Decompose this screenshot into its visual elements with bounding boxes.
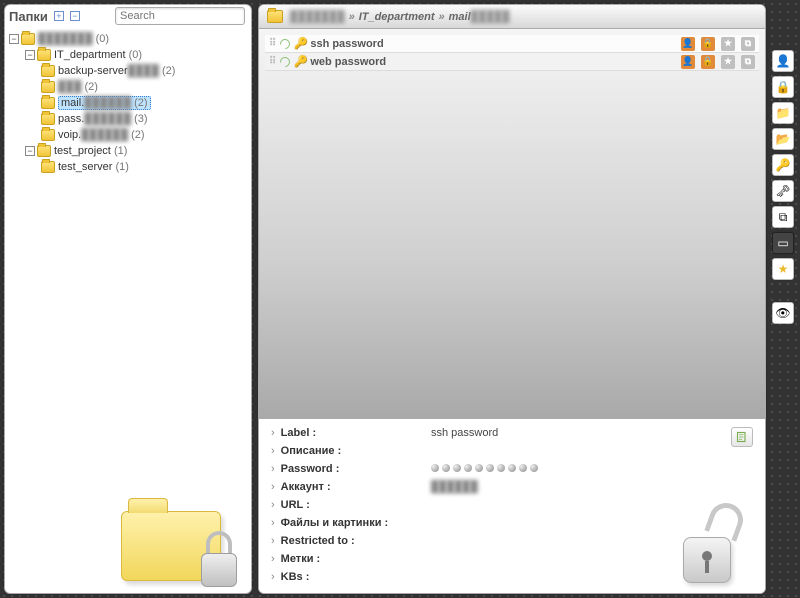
star-icon: ★ bbox=[778, 262, 789, 276]
tool-user-button[interactable]: 👤 bbox=[772, 50, 794, 72]
folder-icon bbox=[267, 10, 283, 23]
detail-key-kbs: KBs : bbox=[271, 571, 431, 583]
folder-icon bbox=[21, 33, 35, 45]
folder-icon bbox=[41, 65, 55, 77]
folders-header: Папки + − bbox=[5, 5, 251, 29]
tree-blank[interactable]: ███ (2) bbox=[9, 79, 247, 95]
lock-icon: 🔒 bbox=[776, 80, 791, 94]
detail-key-files: Файлы и картинки : bbox=[271, 517, 431, 529]
tree-root[interactable]: − ███████ (0) bbox=[9, 31, 247, 47]
password-row-label: web password bbox=[310, 56, 386, 68]
folder-icon bbox=[37, 49, 51, 61]
edit-icon bbox=[736, 431, 748, 443]
folders-panel: Папки + − − ███████ (0) − IT_department … bbox=[4, 4, 252, 594]
folder-add-icon: 📁 bbox=[776, 106, 791, 120]
folder-icon bbox=[37, 145, 51, 157]
folder-icon bbox=[41, 161, 55, 173]
collapse-all-button[interactable]: − bbox=[70, 11, 80, 21]
toggle-icon[interactable]: − bbox=[25, 50, 35, 60]
folder-icon bbox=[41, 81, 55, 93]
badge-copy-icon[interactable]: ⧉ bbox=[741, 55, 755, 69]
screen-icon: ▭ bbox=[777, 236, 788, 250]
folder-icon bbox=[41, 97, 55, 109]
detail-key-description: Описание : bbox=[271, 445, 431, 457]
tool-lock-button[interactable]: 🔒 bbox=[772, 76, 794, 98]
password-row-label: ssh password bbox=[310, 38, 383, 50]
badge-lock-icon[interactable]: 🔒 bbox=[701, 55, 715, 69]
tree-pass[interactable]: pass.██████ (3) bbox=[9, 111, 247, 127]
badge-user-icon[interactable]: 👤 bbox=[681, 37, 695, 51]
folder-edit-icon: 📂 bbox=[776, 132, 791, 146]
detail-key-account: Аккаунт : bbox=[271, 481, 431, 493]
detail-value-account: ██████ bbox=[431, 481, 478, 493]
edit-button[interactable] bbox=[731, 427, 753, 447]
tool-new-folder-button[interactable]: 📁 bbox=[772, 102, 794, 124]
attachment-icon bbox=[278, 54, 292, 68]
badge-lock-icon[interactable]: 🔒 bbox=[701, 37, 715, 51]
tree-backup-server[interactable]: backup-server████ (2) bbox=[9, 63, 247, 79]
detail-value-label: ssh password bbox=[431, 427, 498, 439]
toggle-icon[interactable]: − bbox=[9, 34, 19, 44]
badge-user-icon[interactable]: 👤 bbox=[681, 55, 695, 69]
badge-star-icon[interactable]: ★ bbox=[721, 55, 735, 69]
breadcrumb-root[interactable]: ███████ bbox=[290, 11, 345, 23]
folder-icon bbox=[41, 113, 55, 125]
detail-key-password: Password : bbox=[271, 463, 431, 475]
detail-key-label: Label : bbox=[271, 427, 431, 439]
breadcrumb-dept[interactable]: IT_department bbox=[359, 11, 435, 23]
tree-test-server[interactable]: test_server (1) bbox=[9, 159, 247, 175]
detail-key-restricted: Restricted to : bbox=[271, 535, 431, 547]
copy-icon: ⧉ bbox=[779, 210, 788, 225]
side-toolbar: 👤 🔒 📁 📂 🔑 🗝 ⧉ ▭ ★ 👁 bbox=[772, 4, 796, 594]
tree-test-project[interactable]: − test_project (1) bbox=[9, 143, 247, 159]
breadcrumb: ███████ » IT_department » mail█████ bbox=[259, 5, 765, 29]
key-icon: 🔑 bbox=[294, 37, 306, 50]
badge-copy-icon[interactable]: ⧉ bbox=[741, 37, 755, 51]
detail-value-password[interactable] bbox=[431, 463, 541, 475]
eye-icon: 👁 bbox=[775, 306, 790, 320]
tool-eye-button[interactable]: 👁 bbox=[772, 302, 794, 324]
password-list: ⠿ 🔑 ssh password 👤 🔒 ★ ⧉ ⠿ 🔑 web passwor… bbox=[259, 29, 765, 419]
key-icon: 🔑 bbox=[294, 55, 306, 68]
detail-pane: Label :ssh password Описание : Password … bbox=[259, 419, 765, 593]
folder-tree: − ███████ (0) − IT_department (0) backup… bbox=[5, 29, 251, 593]
tool-new-key-button[interactable]: 🔑 bbox=[772, 154, 794, 176]
user-icon: 👤 bbox=[776, 54, 791, 68]
key-add-icon: 🔑 bbox=[776, 158, 791, 172]
tool-edit-folder-button[interactable]: 📂 bbox=[772, 128, 794, 150]
password-row-web[interactable]: ⠿ 🔑 web password 👤 🔒 ★ ⧉ bbox=[265, 53, 759, 71]
tool-screen-button[interactable]: ▭ bbox=[772, 232, 794, 254]
tree-it-department[interactable]: − IT_department (0) bbox=[9, 47, 247, 63]
tree-mail[interactable]: mail.██████ (2) bbox=[9, 95, 247, 111]
password-row-ssh[interactable]: ⠿ 🔑 ssh password 👤 🔒 ★ ⧉ bbox=[265, 35, 759, 53]
tree-voip[interactable]: voip.██████ (2) bbox=[9, 127, 247, 143]
attachment-icon bbox=[278, 36, 292, 50]
detail-key-tags: Метки : bbox=[271, 553, 431, 565]
detail-key-url: URL : bbox=[271, 499, 431, 511]
content-panel: ███████ » IT_department » mail█████ ⠿ 🔑 … bbox=[258, 4, 766, 594]
drag-handle-icon[interactable]: ⠿ bbox=[269, 56, 274, 67]
key-delete-icon: 🗝 bbox=[775, 184, 790, 198]
tool-delete-key-button[interactable]: 🗝 bbox=[772, 180, 794, 202]
toggle-icon[interactable]: − bbox=[25, 146, 35, 156]
search-input[interactable] bbox=[115, 7, 245, 25]
badge-star-icon[interactable]: ★ bbox=[721, 37, 735, 51]
tool-copy-button[interactable]: ⧉ bbox=[772, 206, 794, 228]
breadcrumb-mail[interactable]: mail█████ bbox=[449, 11, 510, 23]
drag-handle-icon[interactable]: ⠿ bbox=[269, 38, 274, 49]
tool-star-button[interactable]: ★ bbox=[772, 258, 794, 280]
folder-icon bbox=[41, 129, 55, 141]
folders-title: Папки bbox=[9, 9, 48, 24]
expand-all-button[interactable]: + bbox=[54, 11, 64, 21]
